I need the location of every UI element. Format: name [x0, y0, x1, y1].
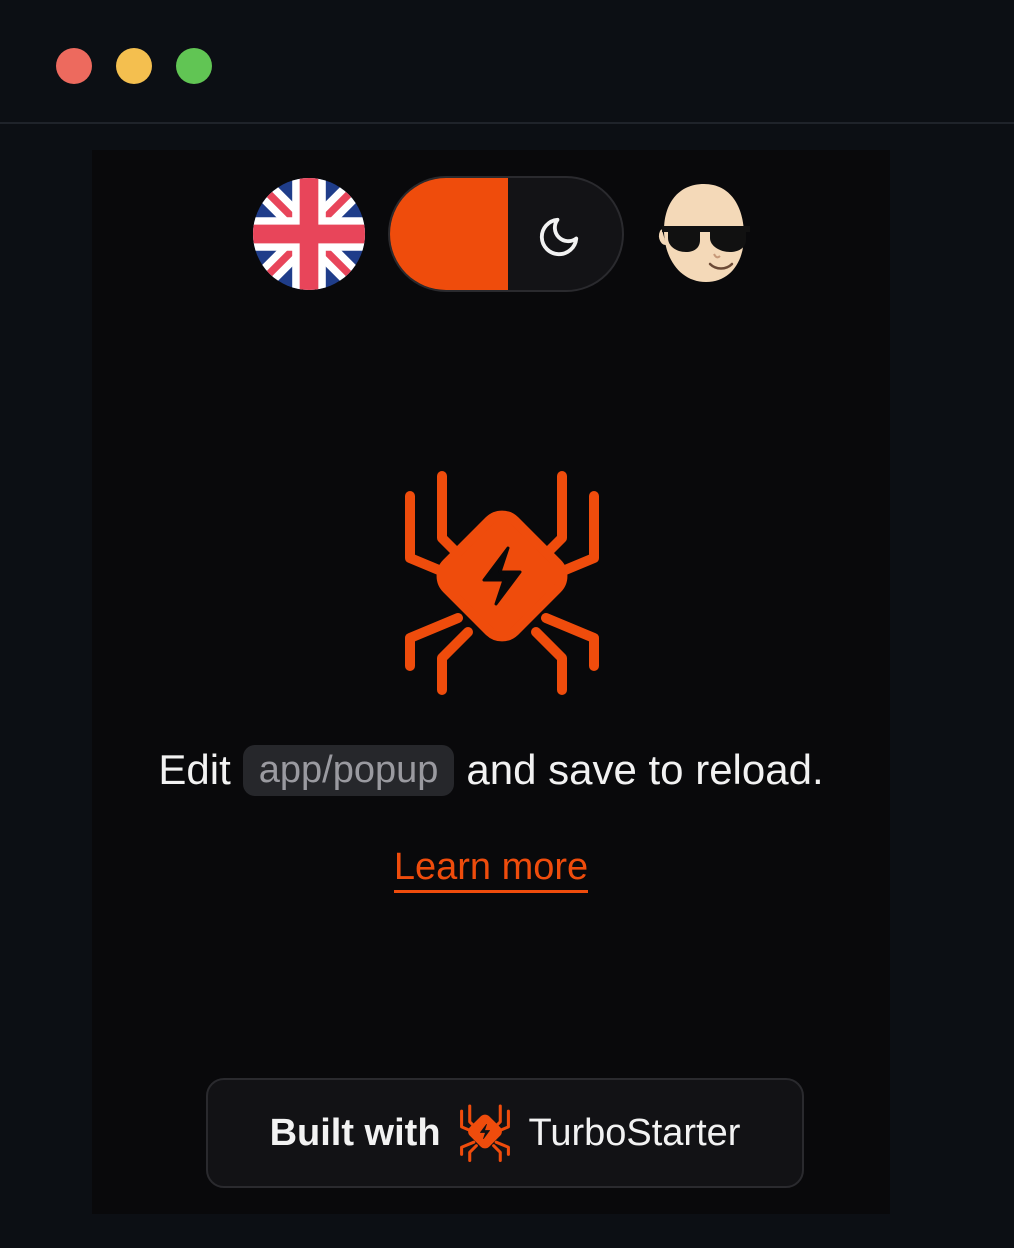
learn-more-link[interactable]: Learn more	[92, 846, 890, 893]
turbostarter-spider-logo	[405, 471, 599, 695]
instruction-text: Edit app/popup and save to reload.	[92, 740, 890, 800]
minimize-window-button[interactable]	[116, 48, 152, 84]
user-avatar[interactable]	[652, 178, 756, 288]
uk-flag-icon	[253, 178, 365, 290]
maximize-window-button[interactable]	[176, 48, 212, 84]
built-with-badge[interactable]: Built with TurboStarter	[206, 1078, 804, 1188]
moon-icon	[539, 217, 579, 257]
avatar-face-icon	[658, 184, 750, 282]
brand-name: TurboStarter	[528, 1111, 741, 1154]
code-path: app/popup	[242, 744, 455, 796]
message-after: and save to reload.	[466, 746, 824, 793]
message-before: Edit	[158, 746, 231, 793]
turbostarter-mini-logo-icon	[459, 1104, 510, 1162]
theme-toggle-light-option[interactable]	[390, 178, 508, 290]
theme-toggle[interactable]	[388, 176, 624, 292]
learn-more-label[interactable]: Learn more	[393, 846, 589, 893]
built-with-label: Built with	[269, 1111, 441, 1154]
close-window-button[interactable]	[56, 48, 92, 84]
window-titlebar	[0, 0, 1014, 124]
language-switcher[interactable]	[253, 178, 365, 290]
extension-popup: Edit app/popup and save to reload. Learn…	[92, 150, 890, 1214]
